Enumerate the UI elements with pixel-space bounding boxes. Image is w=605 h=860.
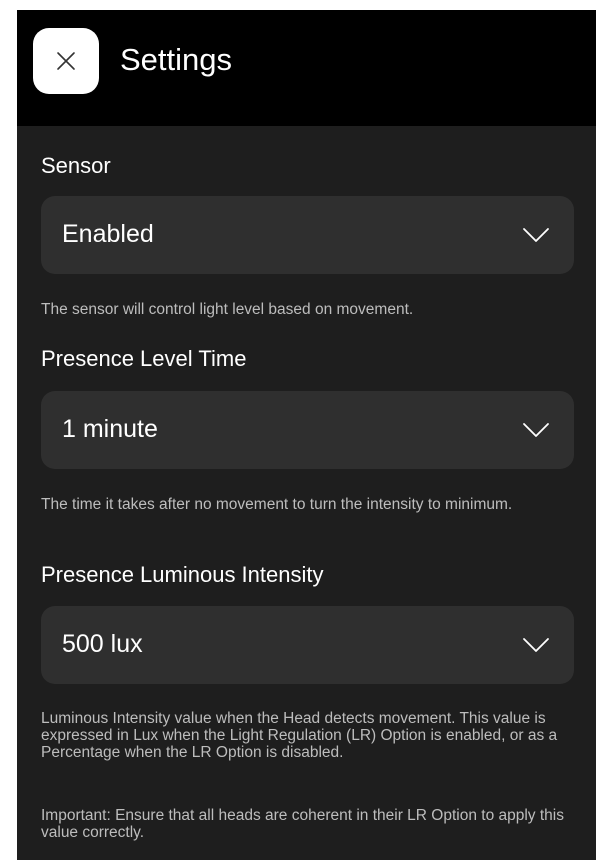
sensor-select[interactable]: Enabled — [41, 196, 574, 274]
chevron-down-icon — [523, 228, 549, 242]
presence-level-time-select[interactable]: 1 minute — [41, 391, 574, 469]
close-button[interactable] — [33, 28, 99, 94]
presence-luminous-intensity-select[interactable]: 500 lux — [41, 606, 574, 684]
presence-luminous-intensity-helper-text: Luminous Intensity value when the Head d… — [41, 710, 558, 761]
sensor-helper-text: The sensor will control light level base… — [41, 301, 414, 318]
presence-luminous-intensity-label: Presence Luminous Intensity — [41, 562, 324, 587]
sensor-label: Sensor — [41, 153, 111, 178]
presence-level-time-label: Presence Level Time — [41, 346, 247, 371]
close-icon — [57, 52, 75, 70]
sensor-select-value: Enabled — [62, 220, 154, 248]
header-bar: Settings — [17, 10, 596, 126]
settings-screen: Settings Sensor Enabled The sensor will … — [17, 10, 596, 860]
page-title: Settings — [120, 42, 233, 77]
important-note-text: Important: Ensure that all heads are coh… — [41, 807, 564, 841]
chevron-down-icon — [523, 638, 549, 652]
presence-level-time-helper-text: The time it takes after no movement to t… — [41, 496, 513, 513]
presence-luminous-intensity-select-value: 500 lux — [62, 630, 143, 658]
chevron-down-icon — [523, 423, 549, 437]
presence-level-time-select-value: 1 minute — [62, 415, 158, 443]
